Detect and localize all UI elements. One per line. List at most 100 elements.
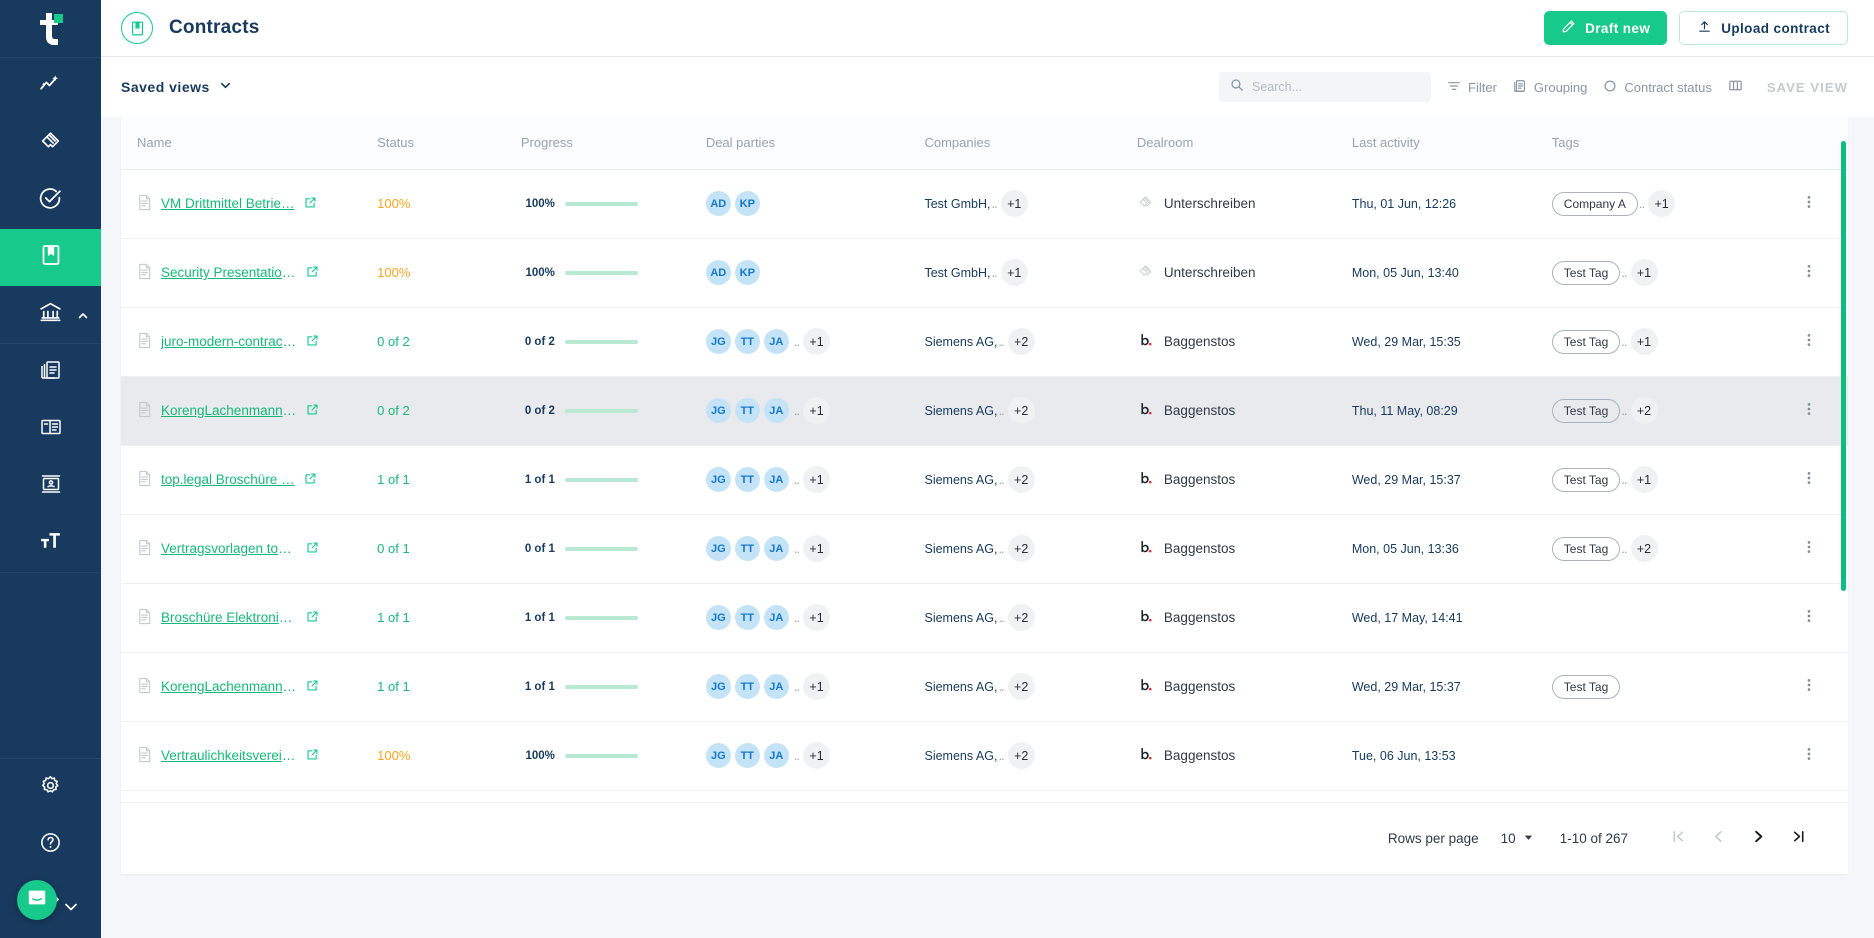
external-link-icon[interactable] xyxy=(304,472,317,488)
sidebar-item-settings[interactable] xyxy=(0,759,101,816)
table-row[interactable]: Broschüre Elektronis… 1 of 1 1 of 1 JG TT JA.… xyxy=(121,583,1848,653)
search-input[interactable] xyxy=(1252,80,1421,94)
companies-overflow-badge[interactable]: +2 xyxy=(1007,673,1035,700)
row-actions-menu-button[interactable] xyxy=(1770,608,1848,627)
avatar[interactable]: JG xyxy=(705,467,731,492)
tag-pill[interactable]: Test Tag xyxy=(1551,536,1621,561)
tags-overflow-badge[interactable]: +1 xyxy=(1630,328,1658,355)
tag-pill[interactable]: Test Tag xyxy=(1551,398,1621,423)
avatar[interactable]: TT xyxy=(734,605,760,630)
avatar[interactable]: JG xyxy=(705,398,731,423)
contract-name-link[interactable]: Broschüre Elektronis… xyxy=(161,610,297,625)
avatar[interactable]: JG xyxy=(705,536,731,561)
tag-pill[interactable]: Company A xyxy=(1551,191,1638,216)
column-header-progress[interactable]: Progress xyxy=(520,117,706,170)
avatar[interactable]: JG xyxy=(705,743,731,768)
companies-overflow-badge[interactable]: +2 xyxy=(1007,604,1035,631)
column-header-name[interactable]: Name xyxy=(121,117,378,170)
tag-pill[interactable]: Test Tag xyxy=(1551,260,1621,285)
avatar[interactable]: TT xyxy=(734,398,760,423)
avatar[interactable]: TT xyxy=(734,743,760,768)
column-header-dealroom[interactable]: Dealroom xyxy=(1136,117,1352,170)
last-page-button[interactable] xyxy=(1778,819,1818,859)
column-header-tags[interactable]: Tags xyxy=(1551,117,1771,170)
search-box[interactable] xyxy=(1219,72,1432,102)
sidebar-item-contacts[interactable] xyxy=(0,458,101,515)
avatar[interactable]: JG xyxy=(705,329,731,354)
row-actions-menu-button[interactable] xyxy=(1770,677,1848,696)
tags-overflow-badge[interactable]: +2 xyxy=(1630,535,1658,562)
tags-overflow-badge[interactable]: +2 xyxy=(1630,397,1658,424)
avatar[interactable]: TT xyxy=(734,536,760,561)
sidebar-item-templates[interactable] xyxy=(0,344,101,401)
table-row[interactable]: KorengLachenmannF… 1 of 11 of 1 JG TT JA.. +1… xyxy=(121,652,1848,722)
avatar[interactable]: JA xyxy=(763,605,789,630)
draft-new-button[interactable]: Draft new xyxy=(1544,11,1668,45)
avatar[interactable]: JA xyxy=(763,329,789,354)
chevron-up-icon[interactable] xyxy=(77,309,89,321)
avatar[interactable]: JA xyxy=(763,743,789,768)
tag-pill[interactable]: Test Tag xyxy=(1551,467,1621,492)
grouping-button[interactable]: Grouping xyxy=(1513,79,1587,96)
contract-name-link[interactable]: Security Presentation… xyxy=(161,265,297,280)
contract-name-link[interactable]: juro-modern-contract… xyxy=(161,334,297,349)
tags-overflow-badge[interactable]: +1 xyxy=(1630,259,1658,286)
table-row[interactable]: top.legal Broschüre … 1 of 1 1 of 1 JG TT JA.… xyxy=(121,445,1848,515)
intercom-collapse-chevron-down-icon[interactable] xyxy=(62,898,80,916)
avatar[interactable]: TT xyxy=(734,674,760,699)
deal-parties-overflow-badge[interactable]: +1 xyxy=(803,397,831,424)
companies-overflow-badge[interactable]: +1 xyxy=(1000,259,1028,286)
first-page-button[interactable] xyxy=(1658,819,1698,859)
companies-overflow-badge[interactable]: +2 xyxy=(1007,466,1035,493)
external-link-icon[interactable] xyxy=(306,334,319,350)
intercom-chat-button[interactable] xyxy=(17,880,57,920)
sidebar-item-clauses[interactable] xyxy=(0,401,101,458)
sidebar-item-organization[interactable] xyxy=(0,286,101,343)
deal-parties-overflow-badge[interactable]: +1 xyxy=(803,673,831,700)
columns-button[interactable] xyxy=(1728,78,1743,96)
external-link-icon[interactable] xyxy=(306,748,319,764)
table-row[interactable]: Security Presentation… 100% 100% AD KP Test G… xyxy=(121,238,1848,308)
tags-overflow-badge[interactable]: +1 xyxy=(1648,190,1676,217)
avatar[interactable]: JA xyxy=(763,536,789,561)
row-actions-menu-button[interactable] xyxy=(1770,470,1848,489)
column-header-deal-parties[interactable]: Deal parties xyxy=(705,117,925,170)
previous-page-button[interactable] xyxy=(1698,819,1738,859)
contract-name-link[interactable]: Vertraulichkeitsverein… xyxy=(161,748,297,763)
vertical-scrollbar[interactable] xyxy=(1841,141,1846,591)
tags-overflow-badge[interactable]: +1 xyxy=(1630,466,1658,493)
sidebar-item-help[interactable] xyxy=(0,816,101,873)
row-actions-menu-button[interactable] xyxy=(1770,332,1848,351)
table-row[interactable]: Vertragsvorlagen top… 0 of 1 0 of 1 JG TT JA.… xyxy=(121,514,1848,584)
contract-name-link[interactable]: KorengLachenmannF… xyxy=(161,403,297,418)
filter-button[interactable]: Filter xyxy=(1447,79,1497,96)
external-link-icon[interactable] xyxy=(306,403,319,419)
table-row[interactable]: VM Drittmittel Betrie… 100% 100% AD KP Test G… xyxy=(121,169,1848,239)
row-actions-menu-button[interactable] xyxy=(1770,194,1848,213)
avatar[interactable]: JA xyxy=(763,674,789,699)
save-view-button[interactable]: SAVE VIEW xyxy=(1759,80,1848,95)
companies-overflow-badge[interactable]: +2 xyxy=(1007,397,1035,424)
row-actions-menu-button[interactable] xyxy=(1770,746,1848,765)
avatar[interactable]: KP xyxy=(734,191,760,216)
avatar[interactable]: KP xyxy=(734,260,760,285)
deal-parties-overflow-badge[interactable]: +1 xyxy=(803,466,831,493)
avatar[interactable]: TT xyxy=(734,329,760,354)
external-link-icon[interactable] xyxy=(304,196,317,212)
column-header-companies[interactable]: Companies xyxy=(924,117,1137,170)
column-header-last-activity[interactable]: Last activity xyxy=(1351,117,1552,170)
contract-name-link[interactable]: KorengLachenmannF… xyxy=(161,679,297,694)
companies-overflow-badge[interactable]: +2 xyxy=(1007,742,1035,769)
companies-overflow-badge[interactable]: +2 xyxy=(1007,328,1035,355)
deal-parties-overflow-badge[interactable]: +1 xyxy=(803,328,831,355)
external-link-icon[interactable] xyxy=(306,610,319,626)
table-row[interactable]: juro-modern-contract… 0 of 2 0 of 2 JG TT JA.… xyxy=(121,307,1848,377)
row-actions-menu-button[interactable] xyxy=(1770,401,1848,420)
contract-name-link[interactable]: Vertragsvorlagen top… xyxy=(161,541,297,556)
deal-parties-overflow-badge[interactable]: +1 xyxy=(803,604,831,631)
contract-status-button[interactable]: Contract status xyxy=(1603,79,1712,96)
external-link-icon[interactable] xyxy=(306,679,319,695)
table-row[interactable]: Vertraulichkeitsverein… 100% 100% JG TT JA.. +… xyxy=(121,721,1848,791)
tag-pill[interactable]: Test Tag xyxy=(1551,674,1621,699)
avatar[interactable]: JA xyxy=(763,467,789,492)
